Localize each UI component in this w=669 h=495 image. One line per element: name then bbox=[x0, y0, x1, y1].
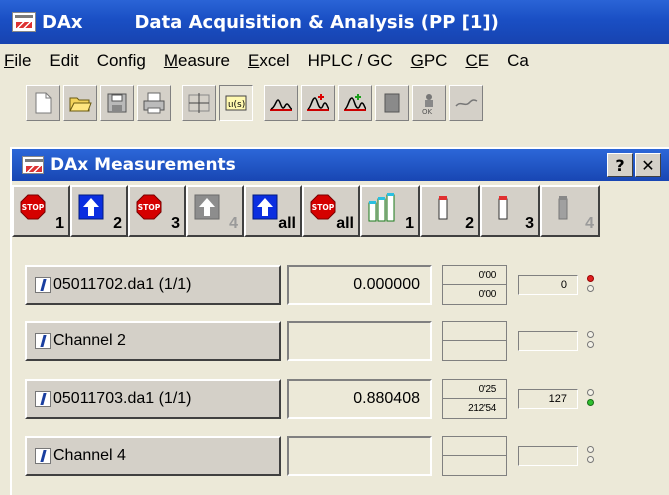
main-titlebar[interactable]: DAx Data Acquisition & Analysis (PP [1]) bbox=[0, 0, 669, 44]
start-arrow-icon bbox=[78, 194, 104, 220]
stop-channel-3-button[interactable]: STOP 3 bbox=[128, 185, 186, 237]
open-folder-icon[interactable] bbox=[63, 85, 97, 121]
menu-gpc[interactable]: GPC bbox=[402, 51, 457, 71]
menu-edit[interactable]: Edit bbox=[40, 51, 87, 71]
channel-3-time: 0'25 212'54 bbox=[442, 379, 507, 419]
channel-1-status-leds bbox=[587, 275, 595, 297]
print-icon[interactable] bbox=[137, 85, 171, 121]
dax-app-icon[interactable] bbox=[12, 12, 36, 32]
menu-hplc-gc[interactable]: HPLC / GC bbox=[299, 51, 402, 71]
vial-channel-2-button[interactable]: 2 bbox=[420, 185, 480, 237]
chromatogram-green-icon[interactable] bbox=[338, 85, 372, 121]
channel-4-button[interactable]: Channel 4 bbox=[25, 436, 281, 476]
channel-1-value: 0.000000 bbox=[287, 265, 432, 305]
channel-2-status-leds bbox=[587, 331, 595, 353]
report-icon[interactable] bbox=[375, 85, 409, 121]
svg-text:OK: OK bbox=[422, 108, 433, 116]
new-file-icon[interactable] bbox=[26, 85, 60, 121]
status-led-off bbox=[587, 341, 594, 348]
start-arrow-icon bbox=[252, 194, 278, 220]
channel-3-value: 0.880408 bbox=[287, 379, 432, 419]
stop-icon: STOP bbox=[136, 194, 162, 220]
channel-row-1: 05011702.da1 (1/1) 0.000000 0'00 0'00 0 bbox=[12, 265, 669, 309]
vials-icon bbox=[368, 193, 395, 222]
info-icon bbox=[35, 277, 51, 293]
channel-2-value bbox=[287, 321, 432, 361]
channel-row-2: Channel 2 bbox=[12, 321, 669, 365]
toolbar: ιı(s) OK bbox=[0, 78, 669, 128]
chromatogram-red-icon[interactable] bbox=[301, 85, 335, 121]
stop-icon: STOP bbox=[20, 194, 46, 220]
vial-channel-4-button[interactable]: 4 bbox=[540, 185, 600, 237]
info-icon bbox=[35, 448, 51, 464]
window-title: Data Acquisition & Analysis (PP [1]) bbox=[134, 11, 499, 33]
chromatogram-black-icon[interactable] bbox=[264, 85, 298, 121]
menu-bar: File Edit Config Measure Excel HPLC / GC… bbox=[0, 44, 669, 78]
channel-2-time bbox=[442, 321, 507, 361]
save-icon[interactable] bbox=[100, 85, 134, 121]
menu-excel[interactable]: Excel bbox=[239, 51, 299, 71]
curve-icon[interactable] bbox=[449, 85, 483, 121]
crosshair-icon[interactable] bbox=[182, 85, 216, 121]
channel-3-count: 127 bbox=[518, 389, 578, 409]
vial-disabled-icon bbox=[558, 196, 568, 220]
channel-2-button[interactable]: Channel 2 bbox=[25, 321, 281, 361]
info-icon bbox=[35, 333, 51, 349]
channel-4-count bbox=[518, 446, 578, 466]
channel-4-time bbox=[442, 436, 507, 476]
ok-user-icon[interactable]: OK bbox=[412, 85, 446, 121]
vials-channel-1-button[interactable]: 1 bbox=[360, 185, 420, 237]
channel-3-button[interactable]: 05011703.da1 (1/1) bbox=[25, 379, 281, 419]
stop-channel-1-button[interactable]: STOP 1 bbox=[12, 185, 70, 237]
app-short-title: DAx bbox=[42, 11, 83, 33]
vial-channel-3-button[interactable]: 3 bbox=[480, 185, 540, 237]
menu-ca[interactable]: Ca bbox=[498, 51, 538, 71]
channel-1-time: 0'00 0'00 bbox=[442, 265, 507, 305]
channel-4-value bbox=[287, 436, 432, 476]
measurements-title: DAx Measurements bbox=[50, 155, 236, 175]
stop-icon: STOP bbox=[310, 194, 336, 220]
svg-text:STOP: STOP bbox=[138, 203, 161, 212]
channel-1-count: 0 bbox=[518, 275, 578, 295]
help-button[interactable]: ? bbox=[607, 153, 633, 177]
vial-icon bbox=[438, 196, 448, 220]
status-led-green bbox=[587, 399, 594, 406]
stop-all-button[interactable]: STOP all bbox=[302, 185, 360, 237]
start-channel-2-button[interactable]: 2 bbox=[70, 185, 128, 237]
start-all-button[interactable]: all bbox=[244, 185, 302, 237]
svg-text:STOP: STOP bbox=[22, 203, 45, 212]
menu-config[interactable]: Config bbox=[88, 51, 155, 71]
vial-icon bbox=[498, 196, 508, 220]
start-arrow-disabled-icon bbox=[194, 194, 220, 220]
menu-file[interactable]: File bbox=[0, 51, 40, 71]
channel-1-button[interactable]: 05011702.da1 (1/1) bbox=[25, 265, 281, 305]
channel-3-status-leds bbox=[587, 389, 595, 411]
status-led-off bbox=[587, 285, 594, 292]
status-led-red bbox=[587, 275, 594, 282]
status-led-off bbox=[587, 389, 594, 396]
dax-window-icon[interactable] bbox=[22, 156, 44, 174]
svg-text:STOP: STOP bbox=[312, 203, 335, 212]
channel-2-count bbox=[518, 331, 578, 351]
menu-measure[interactable]: Measure bbox=[155, 51, 239, 71]
status-led-off bbox=[587, 446, 594, 453]
status-led-off bbox=[587, 331, 594, 338]
info-icon bbox=[35, 391, 51, 407]
menu-ce[interactable]: CE bbox=[456, 51, 498, 71]
channel-row-4: Channel 4 bbox=[12, 436, 669, 480]
close-button[interactable]: ✕ bbox=[635, 153, 661, 177]
channel-4-status-leds bbox=[587, 446, 595, 468]
control-button-row: STOP 1 2 STOP 3 4 all STOP all 1 2 3 4 bbox=[12, 185, 669, 239]
measurements-titlebar[interactable]: DAx Measurements bbox=[12, 149, 669, 181]
measurements-window: DAx Measurements ? ✕ STOP 1 2 STOP 3 4 a… bbox=[10, 147, 669, 495]
channel-row-3: 05011703.da1 (1/1) 0.880408 0'25 212'54 … bbox=[12, 379, 669, 423]
status-led-off bbox=[587, 456, 594, 463]
svg-text:ιı(s): ιı(s) bbox=[228, 100, 245, 110]
start-channel-4-button[interactable]: 4 bbox=[186, 185, 244, 237]
measure-scale-icon[interactable]: ιı(s) bbox=[219, 85, 253, 121]
